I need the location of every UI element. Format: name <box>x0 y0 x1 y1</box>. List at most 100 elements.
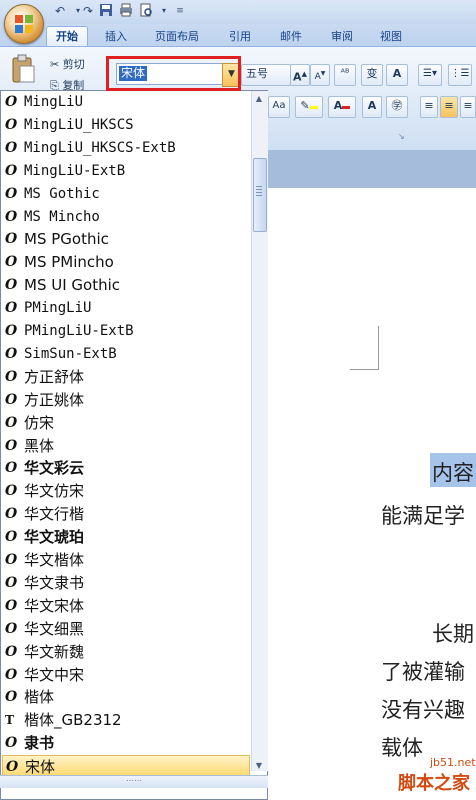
qat-customize-icon[interactable]: ▾ <box>156 3 172 19</box>
font-list-item[interactable]: O 华文细黑 <box>2 618 250 641</box>
tab-view[interactable]: 视图 <box>371 27 411 46</box>
font-list-resize-handle[interactable]: ⋯⋯ <box>0 775 268 788</box>
font-list-item[interactable]: O SimSun-ExtB <box>2 343 250 366</box>
clear-format-icon[interactable]: ᴬᴮ <box>334 64 356 86</box>
opentype-font-icon: O <box>5 231 18 247</box>
font-list-item[interactable]: O 华文新魏 <box>2 641 250 664</box>
font-list-item[interactable]: O 华文琥珀 <box>2 526 250 549</box>
font-list-item[interactable]: O 华文宋体 <box>2 595 250 618</box>
font-list-item[interactable]: O 华文隶书 <box>2 572 250 595</box>
font-list-item[interactable]: O MS PGothic <box>2 228 250 251</box>
annotation-highlight-box <box>106 56 241 91</box>
font-name-label: PMingLiU <box>24 300 92 316</box>
opentype-font-icon: O <box>5 667 18 683</box>
enclose-characters-icon[interactable]: ㊫ <box>386 96 408 118</box>
highlight-color-icon[interactable]: ✎ <box>295 96 323 118</box>
font-name-label: 华文彩云 <box>24 459 85 477</box>
scroll-up-arrow-icon[interactable]: ▲ <box>251 91 267 107</box>
font-name-label: 仿宋 <box>24 414 55 432</box>
grow-font-button[interactable]: A▲ <box>290 64 310 86</box>
paste-icon[interactable] <box>10 54 36 84</box>
font-name-label: 华文琥珀 <box>24 528 85 546</box>
opentype-font-icon: O <box>5 506 18 522</box>
character-border-icon[interactable]: A <box>386 64 408 86</box>
doc-line-1[interactable]: 内容 <box>432 457 474 487</box>
numbering-icon[interactable]: ⋮☰ <box>448 64 472 86</box>
tab-insert[interactable]: 插入 <box>96 27 136 46</box>
align-center-icon[interactable]: ≡ <box>440 96 458 118</box>
opentype-font-icon: O <box>5 346 18 362</box>
font-list-item[interactable]: O MingLiU <box>2 91 250 114</box>
font-size-value: 五号 <box>246 67 268 80</box>
shrink-font-button[interactable]: A▼ <box>310 64 330 86</box>
redo-icon[interactable]: ↷ <box>80 3 96 19</box>
doc-line-2[interactable]: 能满足学 <box>381 500 465 530</box>
undo-icon[interactable]: ↶ <box>52 3 68 19</box>
font-dialog-launcher-icon[interactable]: ↘ <box>398 132 405 141</box>
opentype-font-icon: O <box>5 254 18 270</box>
opentype-font-icon: O <box>5 323 18 339</box>
font-list-item[interactable]: O 华文彩云 <box>2 457 250 480</box>
font-list-item[interactable]: O MS Mincho <box>2 206 250 229</box>
opentype-font-icon: O <box>5 735 18 751</box>
opentype-font-icon: O <box>5 94 18 110</box>
font-list-item[interactable]: O 黑体 <box>2 435 250 458</box>
copy-button[interactable]: ⎘ 复制 <box>50 77 84 90</box>
tab-page-layout[interactable]: 页面布局 <box>146 27 208 46</box>
scissors-icon: ✂ <box>50 58 60 71</box>
font-list-item[interactable]: O 方正舒体 <box>2 366 250 389</box>
tab-mailings[interactable]: 邮件 <box>271 27 311 46</box>
align-left-icon[interactable]: ≡ <box>420 96 438 118</box>
tab-review[interactable]: 审阅 <box>322 27 362 46</box>
font-list-item[interactable]: O PMingLiU-ExtB <box>2 320 250 343</box>
opentype-font-icon: O <box>5 438 18 454</box>
opentype-font-icon: O <box>5 163 18 179</box>
scroll-down-arrow-icon[interactable]: ▼ <box>251 758 267 774</box>
font-size-combobox[interactable]: 五号 <box>241 64 291 86</box>
font-list-item[interactable]: O 华文中宋 <box>2 664 250 687</box>
font-name-label: 方正舒体 <box>24 368 85 386</box>
font-list-item[interactable]: O 方正姚体 <box>2 389 250 412</box>
save-icon[interactable] <box>98 3 114 19</box>
tab-references[interactable]: 引用 <box>220 27 260 46</box>
font-name-label: MS Mincho <box>24 209 100 225</box>
print-icon[interactable] <box>118 3 134 19</box>
doc-line-3[interactable]: 长期 <box>432 618 474 648</box>
office-logo-icon <box>15 15 33 33</box>
phonetic-guide-icon[interactable]: 变 <box>361 64 383 86</box>
font-list-item[interactable]: O MS UI Gothic <box>2 274 250 297</box>
truetype-font-icon: T <box>5 713 14 727</box>
font-list-item[interactable]: O MS Gothic <box>2 183 250 206</box>
font-name-label: PMingLiU-ExtB <box>24 323 134 339</box>
doc-line-5[interactable]: 没有兴趣 <box>381 694 465 724</box>
font-color-icon[interactable]: A <box>328 96 356 118</box>
watermark-logo <box>380 752 476 800</box>
font-list-item[interactable]: O 仿宋 <box>2 412 250 435</box>
font-list-item[interactable]: O 华文楷体 <box>2 549 250 572</box>
qat-more-icon[interactable]: ≡ <box>172 3 188 19</box>
opentype-font-icon: O <box>5 300 18 316</box>
font-list-item[interactable]: O MS PMincho <box>2 251 250 274</box>
font-list-item[interactable]: O PMingLiU <box>2 297 250 320</box>
font-list-item[interactable]: O 华文仿宋 <box>2 480 250 503</box>
opentype-font-icon: O <box>5 644 18 660</box>
font-list-item[interactable]: O 华文行楷 <box>2 503 250 526</box>
doc-line-4[interactable]: 了被灌输 <box>381 656 465 686</box>
print-preview-icon[interactable] <box>138 3 154 19</box>
font-list-item[interactable]: O MingLiU-ExtB <box>2 160 250 183</box>
font-name-label: 华文新魏 <box>24 643 85 661</box>
align-right-icon[interactable]: ≡ <box>460 96 476 118</box>
change-case-icon[interactable]: Aa <box>268 96 290 118</box>
character-shading-icon[interactable]: A <box>362 96 382 118</box>
office-button[interactable] <box>4 4 44 44</box>
font-list-item[interactable]: O MingLiU_HKSCS <box>2 114 250 137</box>
bullets-icon[interactable]: ☰▾ <box>418 64 442 86</box>
cut-button[interactable]: ✂ 剪切 <box>50 56 85 72</box>
opentype-font-icon: O <box>5 117 18 133</box>
font-list-item[interactable]: T 楷体_GB2312 <box>2 709 250 732</box>
font-name-label: MingLiU_HKSCS-ExtB <box>24 140 176 156</box>
tab-home[interactable]: 开始 <box>46 26 88 47</box>
font-list-item[interactable]: O MingLiU_HKSCS-ExtB <box>2 137 250 160</box>
font-list-item[interactable]: O 隶书 <box>2 732 250 755</box>
font-list-item[interactable]: O 楷体 <box>2 686 250 709</box>
